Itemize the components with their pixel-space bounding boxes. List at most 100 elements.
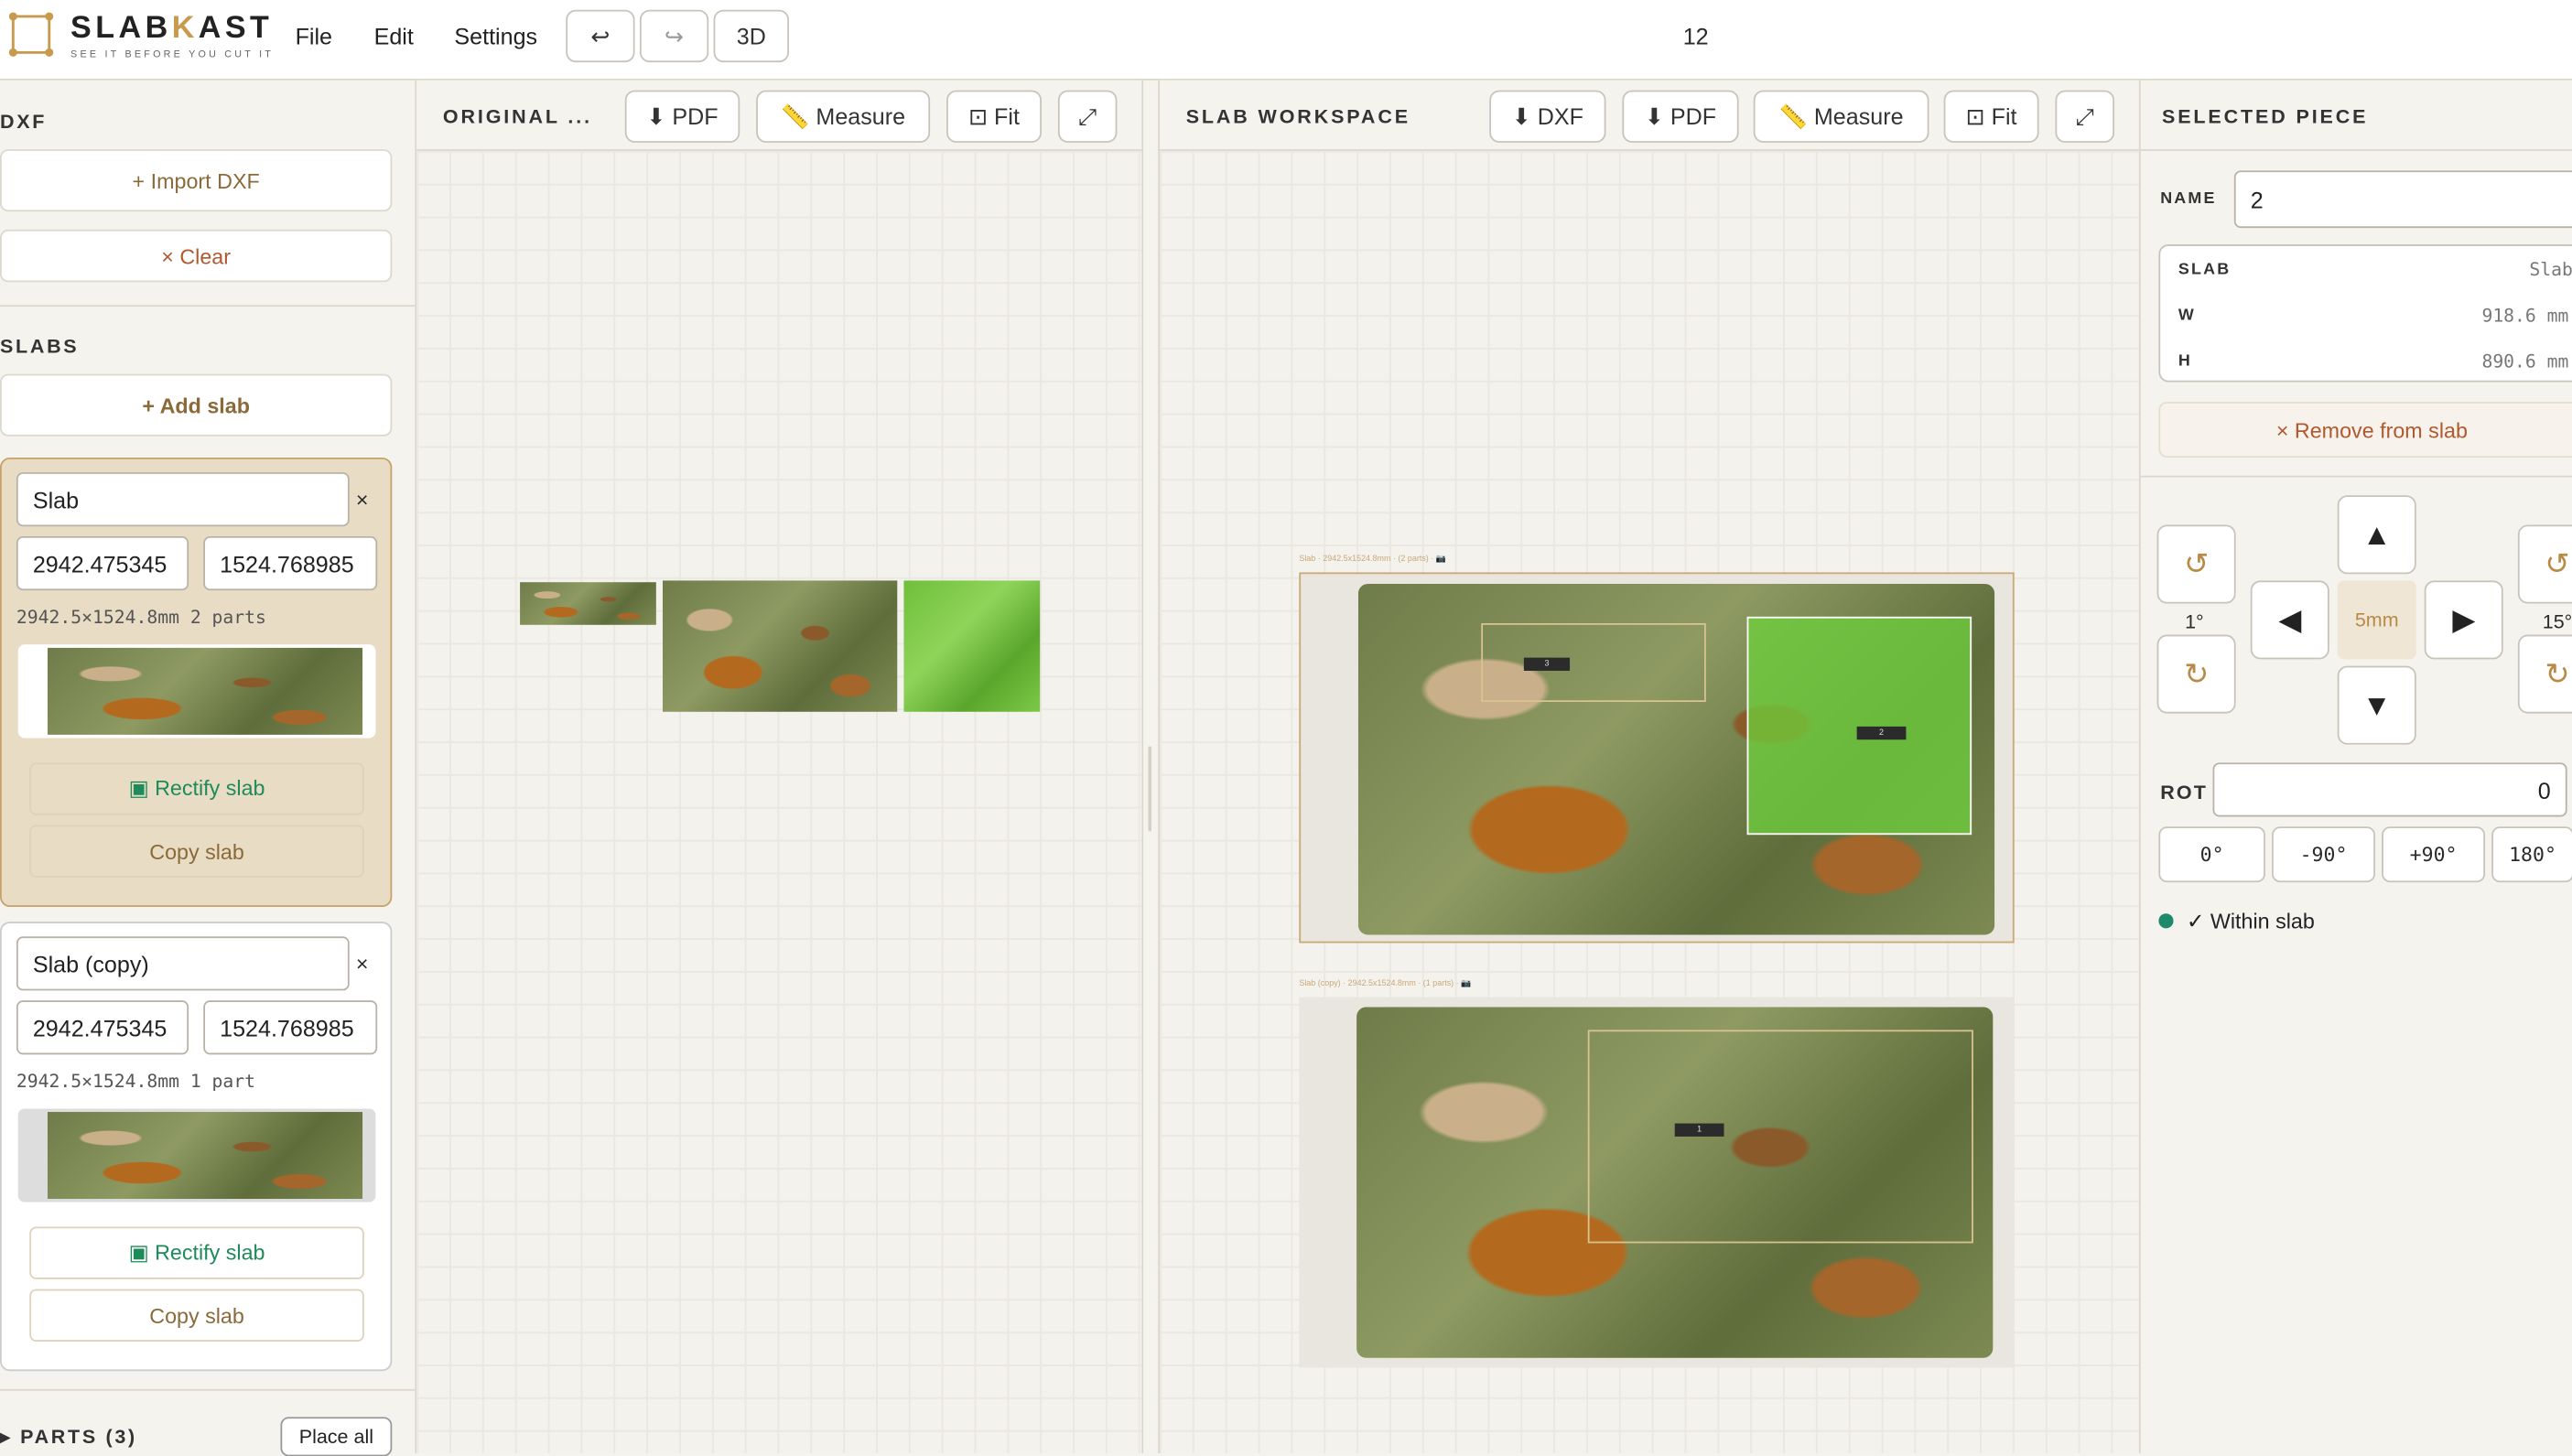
piece-label: 2 (1856, 726, 1907, 740)
dxf-section-title: DXF (0, 110, 48, 134)
slab-width-input[interactable]: 2942.475345 (16, 536, 189, 591)
workspace-pdf-button[interactable]: ⬇ PDF (1622, 90, 1739, 143)
place-all-button[interactable]: Place all (280, 1417, 393, 1456)
rotate-step-large-label: 15° (2542, 609, 2572, 633)
original-part-selected[interactable] (903, 580, 1041, 712)
arrow-left-icon: ◀ (2278, 602, 2302, 636)
workspace-panel: SLAB WORKSPACE ⬇ DXF ⬇ PDF 📏 Measure ⊡ F… (1158, 80, 2139, 1453)
rotate-preset-0-button[interactable]: 0° (2158, 826, 2265, 883)
divider (2140, 475, 2572, 478)
slabs-section-title: SLABS (0, 334, 80, 358)
piece-label: 1 (1674, 1123, 1724, 1137)
rotate-ccw-small-button[interactable]: ↺ (2156, 524, 2236, 604)
undo-button[interactable]: ↩ (566, 9, 635, 63)
rotate-cw-icon: ↻ (2545, 656, 2570, 690)
app-logo-text: SLABKAST (70, 11, 274, 47)
divider (0, 305, 416, 307)
left-sidebar: DXF + Import DXF × Clear SLABS + Add sla… (0, 80, 417, 1456)
placed-piece[interactable]: 3 (1481, 622, 1706, 703)
parts-section-toggle[interactable]: ▸ PARTS (3) (0, 1425, 137, 1448)
original-measure-button[interactable]: 📏 Measure (756, 90, 931, 143)
workspace-panel-header: SLAB WORKSPACE ⬇ DXF ⬇ PDF 📏 Measure ⊡ F… (1160, 80, 2139, 151)
selected-piece-panel: SELECTED PIECE NAME 2 SLAB Slab W 918.6 … (2138, 80, 2572, 1453)
original-canvas[interactable] (416, 150, 1142, 1453)
remove-slab-button[interactable]: × (356, 951, 369, 976)
nudge-up-button[interactable]: ▲ (2337, 495, 2416, 575)
copy-slab-button[interactable]: Copy slab (29, 825, 364, 878)
expand-icon: ⤢ (2075, 102, 2094, 129)
slab-height-input[interactable]: 1524.768985 (203, 536, 378, 591)
rotation-input[interactable]: 0 (2212, 762, 2567, 817)
workspace-slab[interactable]: 3 2 (1299, 572, 2015, 944)
menu-file[interactable]: File (296, 23, 332, 49)
add-slab-button[interactable]: + Add slab (0, 373, 393, 437)
rotate-step-small-label: 1° (2185, 609, 2204, 633)
logo-icon (8, 12, 54, 57)
slab-info: 2942.5×1524.8mm 1 part (16, 1071, 256, 1093)
placed-piece-selected[interactable]: 2 (1746, 616, 1972, 836)
copy-slab-button[interactable]: Copy slab (29, 1289, 364, 1342)
slab-caption: Slab (copy) · 2942.5x1524.8mm · (1 parts… (1299, 978, 1472, 989)
rotate-ccw-icon: ↺ (2184, 546, 2210, 580)
redo-button[interactable]: ↪ (639, 9, 709, 63)
3d-view-button[interactable]: 3D (713, 9, 790, 63)
slab-caption: Slab · 2942.5x1524.8mm · (2 parts) · 📷 (1299, 554, 1446, 565)
workspace-dxf-button[interactable]: ⬇ DXF (1489, 90, 1606, 143)
workspace-expand-button[interactable]: ⤢ (2055, 90, 2115, 143)
nudge-down-button[interactable]: ▼ (2337, 665, 2416, 745)
slab-thumbnail[interactable] (17, 1108, 376, 1203)
name-label: NAME (2160, 189, 2217, 209)
slab-name-input[interactable]: Slab (copy) (16, 936, 350, 991)
original-pdf-button[interactable]: ⬇ PDF (624, 90, 740, 143)
nudge-step-value[interactable]: 5mm (2337, 580, 2416, 660)
placed-piece[interactable]: 1 (1587, 1030, 1973, 1244)
panel-resize-handle[interactable] (1148, 746, 1152, 832)
original-part[interactable] (663, 580, 898, 712)
original-panel-header: ORIGINAL ... ⬇ PDF 📏 Measure ⊡ Fit ⤢ (416, 80, 1142, 151)
remove-from-slab-button[interactable]: × Remove from slab (2158, 402, 2572, 458)
slab-card[interactable]: Slab (copy) × 2942.475345 1524.768985 29… (0, 922, 393, 1372)
expand-icon: ⤢ (1078, 102, 1097, 129)
piece-info-box: SLAB Slab W 918.6 mm H 890.6 mm (2158, 244, 2572, 383)
menu-settings[interactable]: Settings (454, 23, 537, 49)
import-dxf-button[interactable]: + Import DXF (0, 149, 393, 212)
slab-height-input[interactable]: 1524.768985 (203, 1000, 378, 1055)
menu-edit[interactable]: Edit (374, 23, 414, 49)
original-expand-button[interactable]: ⤢ (1057, 90, 1118, 143)
status-dot-icon (2158, 913, 2174, 929)
nudge-left-button[interactable]: ◀ (2250, 580, 2329, 660)
original-fit-button[interactable]: ⊡ Fit (946, 90, 1042, 143)
original-panel: ORIGINAL ... ⬇ PDF 📏 Measure ⊡ Fit ⤢ (416, 80, 1144, 1453)
original-part[interactable] (520, 582, 656, 625)
rotate-ccw-large-button[interactable]: ↺ (2517, 524, 2572, 604)
piece-name-input[interactable]: 2 (2233, 170, 2572, 229)
workspace-slab[interactable]: 1 (1299, 997, 2015, 1368)
rotate-preset-minus-90-button[interactable]: -90° (2272, 826, 2375, 883)
arrow-right-icon: ▶ (2452, 602, 2476, 636)
slab-info: 2942.5×1524.8mm 2 parts (16, 607, 266, 629)
slab-name-input[interactable]: Slab (16, 472, 350, 527)
slab-label: SLAB (2178, 260, 2232, 279)
slab-value: Slab (2529, 259, 2572, 281)
workspace-canvas[interactable]: Slab · 2942.5x1524.8mm · (2 parts) · 📷 3… (1160, 150, 2139, 1453)
rectify-slab-button[interactable]: ▣ Rectify slab (29, 1226, 364, 1279)
height-label: H (2178, 352, 2193, 372)
rotation-label: ROT (2160, 781, 2209, 804)
slab-width-input[interactable]: 2942.475345 (16, 1000, 189, 1055)
clear-dxf-button[interactable]: × Clear (0, 229, 393, 283)
slab-card[interactable]: Slab × 2942.475345 1524.768985 2942.5×15… (0, 457, 393, 908)
divider (2140, 149, 2572, 151)
redo-icon: ↪ (665, 22, 685, 49)
original-panel-title: ORIGINAL ... (442, 104, 592, 128)
rotate-preset-180-button[interactable]: 180° (2491, 826, 2572, 883)
remove-slab-button[interactable]: × (356, 487, 369, 512)
rotate-cw-small-button[interactable]: ↻ (2156, 634, 2236, 714)
nudge-right-button[interactable]: ▶ (2424, 580, 2503, 660)
rotate-cw-large-button[interactable]: ↻ (2517, 634, 2572, 714)
rotate-preset-plus-90-button[interactable]: +90° (2382, 826, 2486, 883)
workspace-fit-button[interactable]: ⊡ Fit (1943, 90, 2039, 143)
top-bar: SLABKAST SEE IT BEFORE YOU CUT IT File E… (0, 0, 2572, 81)
rectify-slab-button[interactable]: ▣ Rectify slab (29, 762, 364, 815)
slab-thumbnail[interactable] (17, 644, 376, 739)
workspace-measure-button[interactable]: 📏 Measure (1753, 90, 1929, 143)
